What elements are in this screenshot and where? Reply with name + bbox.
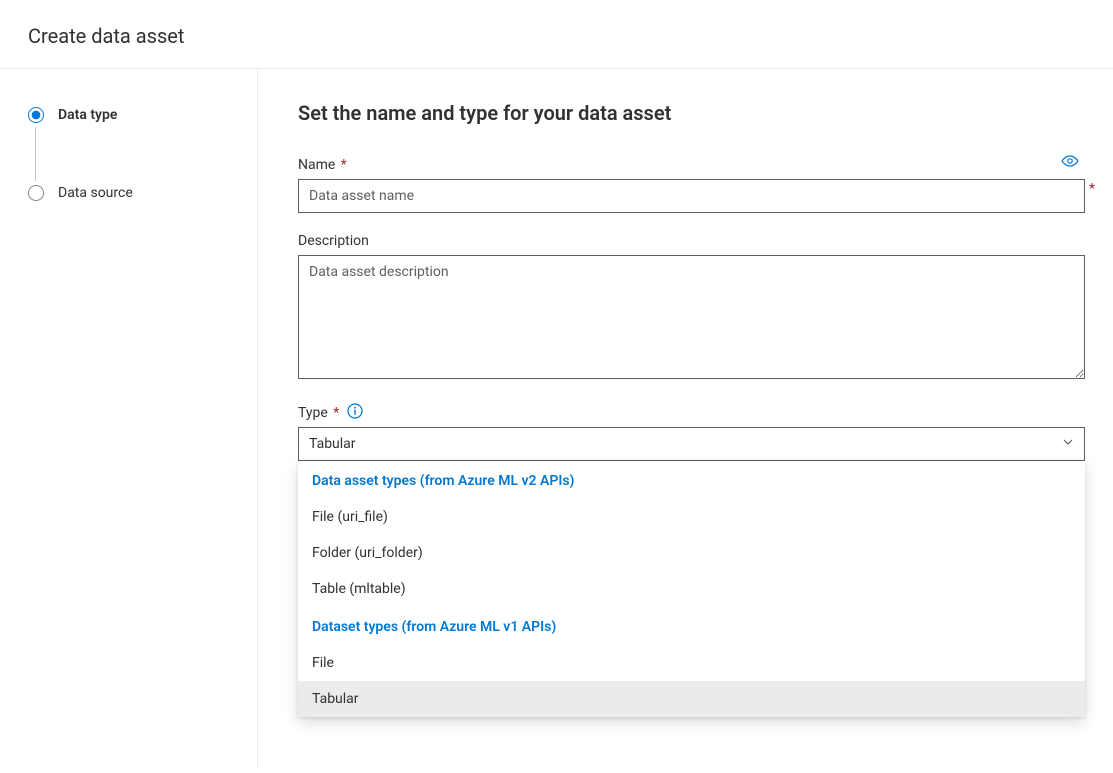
- radio-active-icon: [28, 107, 44, 123]
- dropdown-option-folder-uri[interactable]: Folder (uri_folder): [298, 535, 1085, 571]
- dropdown-option-table-mltable[interactable]: Table (mltable): [298, 571, 1085, 607]
- step-data-type[interactable]: Data type: [28, 107, 237, 123]
- type-select-display[interactable]: Tabular: [298, 427, 1085, 461]
- dialog-title: Create data asset: [28, 24, 1085, 48]
- dropdown-option-file-uri[interactable]: File (uri_file): [298, 499, 1085, 535]
- type-field-group: Type * Tabular: [298, 403, 1085, 461]
- description-label: Description: [298, 233, 1085, 249]
- type-dropdown: Data asset types (from Azure ML v2 APIs)…: [298, 461, 1085, 717]
- type-selected-value: Tabular: [309, 436, 356, 452]
- description-input[interactable]: [298, 255, 1085, 379]
- chevron-down-icon: [1062, 436, 1074, 452]
- description-field-group: Description: [298, 233, 1085, 383]
- dialog-body: Data type Data source Set the name and t…: [0, 69, 1113, 768]
- dialog-header: Create data asset: [0, 0, 1113, 69]
- radio-inactive-icon: [28, 185, 44, 201]
- name-label: Name *: [298, 157, 1085, 173]
- dropdown-option-tabular[interactable]: Tabular: [298, 681, 1085, 717]
- dropdown-group-header: Dataset types (from Azure ML v1 APIs): [298, 607, 1085, 645]
- required-marker-right: *: [1089, 181, 1095, 197]
- step-sidebar: Data type Data source: [0, 69, 258, 768]
- name-input[interactable]: [298, 179, 1085, 213]
- step-connector: [35, 127, 36, 181]
- main-panel: Set the name and type for your data asse…: [258, 69, 1113, 768]
- preview-eye-icon[interactable]: [1061, 155, 1079, 171]
- dropdown-group-header: Data asset types (from Azure ML v2 APIs): [298, 461, 1085, 499]
- info-icon[interactable]: [347, 403, 363, 419]
- step-label: Data source: [58, 185, 133, 201]
- required-marker: *: [341, 157, 347, 173]
- type-label: Type *: [298, 403, 1085, 421]
- name-label-text: Name: [298, 157, 335, 173]
- required-marker: *: [333, 405, 339, 421]
- main-heading: Set the name and type for your data asse…: [298, 101, 1085, 125]
- dropdown-option-file[interactable]: File: [298, 645, 1085, 681]
- step-label: Data type: [58, 107, 117, 123]
- type-label-text: Type: [298, 405, 328, 421]
- type-select[interactable]: Tabular Data asset types (from Azure ML …: [298, 427, 1085, 461]
- step-data-source[interactable]: Data source: [28, 185, 237, 201]
- name-field-group: Name * *: [298, 157, 1085, 213]
